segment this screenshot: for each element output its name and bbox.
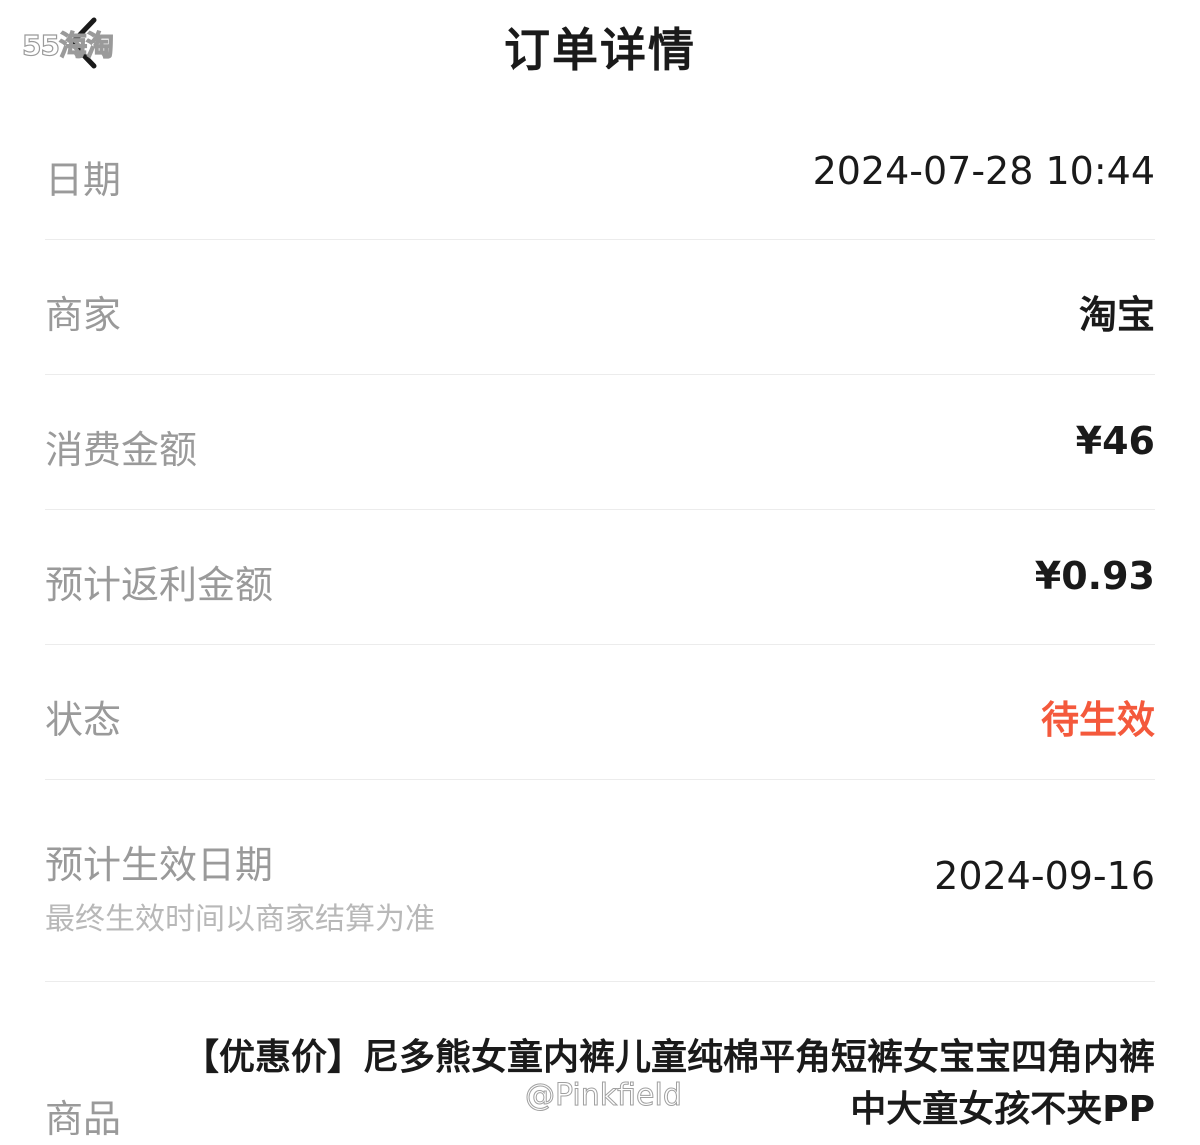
rebate-label: 预计返利金额 (45, 563, 274, 607)
effective-date-value: 2024-09-16 (934, 854, 1155, 898)
nav-bar: 55海淘 订单详情 (0, 0, 1200, 90)
effective-date-note: 最终生效时间以商家结算为准 (45, 902, 435, 937)
order-detail-page: 55海淘 订单详情 日期 2024-07-28 10:44 商家 淘宝 消费金额… (0, 0, 1200, 1145)
watermark-username: @Pinkfield (525, 1078, 683, 1114)
page-title: 订单详情 (504, 23, 696, 77)
date-value: 2024-07-28 10:44 (812, 149, 1155, 193)
row-effective-date: 预计生效日期 最终生效时间以商家结算为准 2024-09-16 (45, 780, 1155, 982)
order-info-list: 日期 2024-07-28 10:44 商家 淘宝 消费金额 ¥46 预计返利金… (45, 105, 1155, 1145)
date-label: 日期 (45, 158, 122, 202)
product-label: 商品 (45, 1097, 122, 1141)
row-status: 状态 待生效 (45, 645, 1155, 780)
rebate-value: ¥0.93 (1034, 554, 1155, 598)
status-badge: 待生效 (1040, 698, 1155, 742)
row-rebate: 预计返利金额 ¥0.93 (45, 510, 1155, 645)
amount-value: ¥46 (1075, 419, 1155, 463)
row-date: 日期 2024-07-28 10:44 (45, 105, 1155, 240)
status-label: 状态 (45, 698, 122, 742)
row-amount: 消费金额 ¥46 (45, 375, 1155, 510)
merchant-value: 淘宝 (1078, 293, 1155, 337)
merchant-label: 商家 (45, 293, 122, 337)
effective-date-label: 预计生效日期 (45, 843, 274, 887)
row-product: 商品 【优惠价】尼多熊女童内裤儿童纯棉平角短裤女宝宝四角内裤中大童女孩不夹PP (45, 982, 1155, 1145)
amount-label: 消费金额 (45, 428, 198, 472)
row-merchant: 商家 淘宝 (45, 240, 1155, 375)
